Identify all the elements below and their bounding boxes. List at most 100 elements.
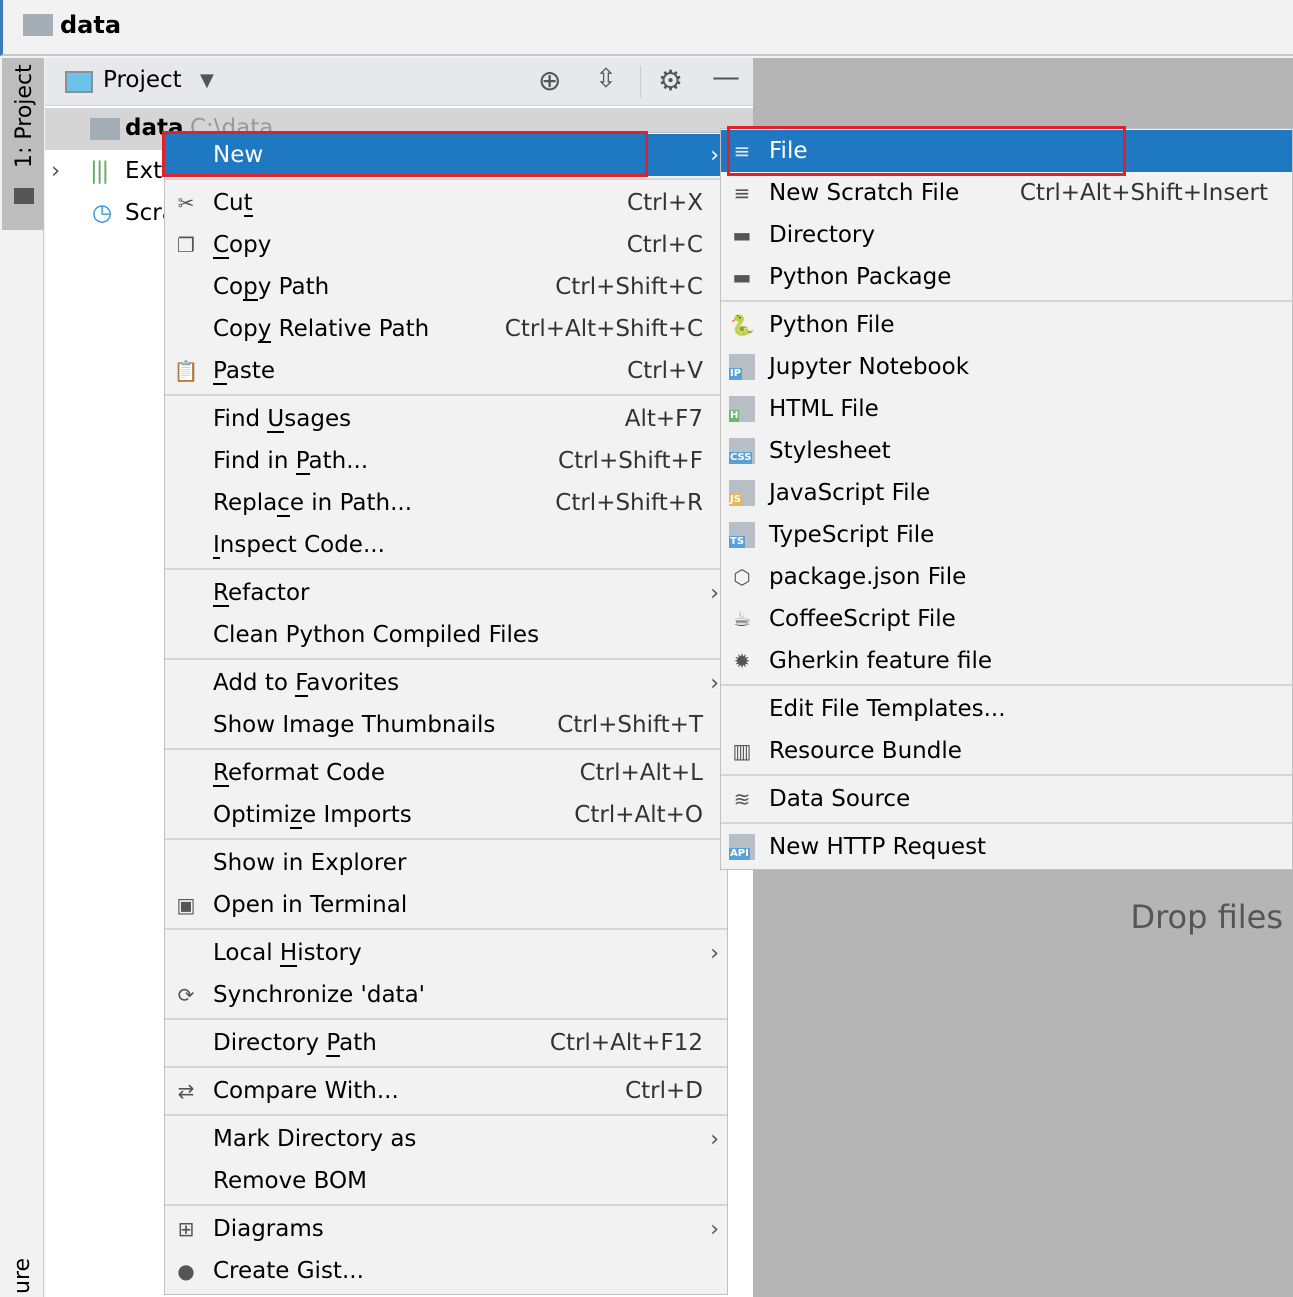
minimize-icon[interactable]: — bbox=[712, 60, 740, 93]
gear-icon[interactable]: ⚙ bbox=[658, 64, 683, 97]
menu-separator bbox=[721, 774, 1292, 776]
mnemonic-underline bbox=[213, 605, 229, 607]
menu-item-stylesheet[interactable]: CSS Stylesheet bbox=[721, 430, 1292, 472]
diagram-icon: ⊞ bbox=[177, 1217, 195, 1241]
menu-item-package-json-file[interactable]: ⬡ package.json File bbox=[721, 556, 1292, 598]
menu-item-python-file[interactable]: 🐍 Python File bbox=[721, 304, 1292, 346]
menu-separator bbox=[721, 300, 1292, 302]
copy-icon: ❐ bbox=[177, 233, 195, 257]
menu-item-open-in-terminal[interactable]: ▣ Open in Terminal bbox=[165, 884, 727, 926]
menu-item-python-package[interactable]: ▬ Python Package bbox=[721, 256, 1292, 298]
menu-item-compare-with[interactable]: ⇄ Compare With... Ctrl+D bbox=[165, 1070, 727, 1112]
libraries-icon: ||| bbox=[90, 158, 109, 184]
locate-icon[interactable]: ⊕ bbox=[538, 64, 561, 97]
menu-item-label: Copy Relative Path bbox=[213, 316, 430, 342]
breadcrumb-data[interactable]: data bbox=[60, 11, 121, 39]
menu-item-label: Jupyter Notebook bbox=[769, 354, 970, 380]
menu-item-new-http-request[interactable]: API New HTTP Request bbox=[721, 826, 1292, 868]
folder-icon: ▬ bbox=[732, 223, 752, 247]
divider bbox=[640, 66, 641, 98]
menu-item-typescript-file[interactable]: TS TypeScript File bbox=[721, 514, 1292, 556]
menu-item-mark-directory-as[interactable]: Mark Directory as › bbox=[165, 1118, 727, 1160]
shortcut-label: Ctrl+D bbox=[625, 1078, 703, 1104]
menu-item-show-image-thumbnails[interactable]: Show Image Thumbnails Ctrl+Shift+T bbox=[165, 704, 727, 746]
menu-item-label: Cut bbox=[213, 190, 253, 216]
collapse-all-icon[interactable]: ⇳ bbox=[595, 64, 617, 94]
menu-item-cut[interactable]: ✂ Cut Ctrl+X bbox=[165, 182, 727, 224]
menu-item-optimize-imports[interactable]: Optimize Imports Ctrl+Alt+O bbox=[165, 794, 727, 836]
icon-badge: IP bbox=[729, 368, 743, 380]
menu-item-refactor[interactable]: Refactor › bbox=[165, 572, 727, 614]
menu-separator bbox=[721, 684, 1292, 686]
menu-item-label: Resource Bundle bbox=[769, 738, 962, 764]
shortcut-label: Ctrl+Shift+C bbox=[555, 274, 703, 300]
menu-item-directory-path[interactable]: Directory Path Ctrl+Alt+F12 bbox=[165, 1022, 727, 1064]
chevron-down-icon[interactable]: ▼ bbox=[200, 70, 214, 91]
menu-item-reformat-code[interactable]: Reformat Code Ctrl+Alt+L bbox=[165, 752, 727, 794]
project-tool-tab[interactable]: 1: Project bbox=[2, 58, 44, 230]
cucumber-icon: ✹ bbox=[733, 649, 751, 673]
menu-item-diagrams[interactable]: ⊞ Diagrams › bbox=[165, 1208, 727, 1250]
menu-item-copy-relative-path[interactable]: Copy Relative Path Ctrl+Alt+Shift+C bbox=[165, 308, 727, 350]
shortcut-label: Ctrl+Shift+F bbox=[558, 448, 703, 474]
menu-item-find-in-path[interactable]: Find in Path... Ctrl+Shift+F bbox=[165, 440, 727, 482]
python-icon: 🐍 bbox=[729, 313, 755, 337]
menu-item-synchronize-data[interactable]: ⟳ Synchronize 'data' bbox=[165, 974, 727, 1016]
menu-item-jupyter-notebook[interactable]: IP Jupyter Notebook bbox=[721, 346, 1292, 388]
menu-item-label: Stylesheet bbox=[769, 438, 891, 464]
project-tab-label: 1: Project bbox=[12, 64, 37, 168]
menu-item-local-history[interactable]: Local History › bbox=[165, 932, 727, 974]
js-icon: JS bbox=[729, 480, 755, 506]
chevron-right-icon: › bbox=[710, 1126, 719, 1152]
folder-icon bbox=[14, 188, 34, 204]
icon-badge: API bbox=[729, 848, 750, 860]
menu-item-paste[interactable]: 📋 Paste Ctrl+V bbox=[165, 350, 727, 392]
menu-item-add-to-favorites[interactable]: Add to Favorites › bbox=[165, 662, 727, 704]
menu-item-remove-bom[interactable]: Remove BOM bbox=[165, 1160, 727, 1202]
menu-item-create-gist[interactable]: ● Create Gist... bbox=[165, 1250, 727, 1292]
menu-item-copy-path[interactable]: Copy Path Ctrl+Shift+C bbox=[165, 266, 727, 308]
menu-item-replace-in-path[interactable]: Replace in Path... Ctrl+Shift+R bbox=[165, 482, 727, 524]
menu-item-directory[interactable]: ▬ Directory bbox=[721, 214, 1292, 256]
menu-item-javascript-file[interactable]: JS JavaScript File bbox=[721, 472, 1292, 514]
menu-item-label: New HTTP Request bbox=[769, 834, 987, 860]
scratches-icon: ◷ bbox=[92, 200, 113, 226]
project-panel-header: Project ▼ ⊕ ⇳ ⚙ — bbox=[45, 58, 753, 106]
chevron-right-icon[interactable]: › bbox=[51, 158, 60, 184]
database-icon: ≋ bbox=[733, 787, 751, 811]
structure-tab-label[interactable]: ure bbox=[10, 1258, 35, 1294]
menu-item-label: JavaScript File bbox=[769, 480, 931, 506]
menu-item-new-scratch-file[interactable]: ≡ New Scratch File Ctrl+Alt+Shift+Insert bbox=[721, 172, 1292, 214]
menu-item-find-usages[interactable]: Find Usages Alt+F7 bbox=[165, 398, 727, 440]
menu-item-label: HTML File bbox=[769, 396, 879, 422]
coffee-icon: ☕ bbox=[733, 607, 751, 631]
menu-item-label: Find in Path... bbox=[213, 448, 369, 474]
menu-item-clean-python-compiled-files[interactable]: Clean Python Compiled Files bbox=[165, 614, 727, 656]
menu-item-label: Reformat Code bbox=[213, 760, 386, 786]
shortcut-label: Ctrl+Shift+R bbox=[555, 490, 703, 516]
menu-item-copy[interactable]: ❐ Copy Ctrl+C bbox=[165, 224, 727, 266]
scratch-file-icon: ≡ bbox=[733, 181, 751, 205]
menu-item-data-source[interactable]: ≋ Data Source bbox=[721, 778, 1292, 820]
chevron-right-icon: › bbox=[710, 1216, 719, 1242]
navigation-bar: data bbox=[0, 0, 1293, 56]
ts-icon: TS bbox=[729, 522, 755, 548]
menu-item-show-in-explorer[interactable]: Show in Explorer bbox=[165, 842, 727, 884]
menu-item-label: Copy Path bbox=[213, 274, 330, 300]
icon-badge: H bbox=[729, 410, 740, 422]
menu-item-label: Synchronize 'data' bbox=[213, 982, 425, 1008]
menu-item-resource-bundle[interactable]: ▥ Resource Bundle bbox=[721, 730, 1292, 772]
menu-item-inspect-code[interactable]: Inspect Code... bbox=[165, 524, 727, 566]
menu-item-html-file[interactable]: H HTML File bbox=[721, 388, 1292, 430]
menu-item-label: Find Usages bbox=[213, 406, 352, 432]
jupyter-icon: IP bbox=[729, 354, 755, 380]
terminal-icon: ▣ bbox=[176, 893, 196, 917]
project-view-icon bbox=[65, 71, 93, 93]
shortcut-label: Ctrl+Alt+L bbox=[579, 760, 703, 786]
highlight-box-new bbox=[162, 131, 648, 177]
menu-item-edit-file-templates[interactable]: Edit File Templates... bbox=[721, 688, 1292, 730]
left-tool-strip: 1: Project ure bbox=[0, 58, 44, 1297]
menu-item-gherkin-feature-file[interactable]: ✹ Gherkin feature file bbox=[721, 640, 1292, 682]
menu-item-coffeescript-file[interactable]: ☕ CoffeeScript File bbox=[721, 598, 1292, 640]
project-view-selector[interactable]: Project bbox=[103, 67, 182, 93]
